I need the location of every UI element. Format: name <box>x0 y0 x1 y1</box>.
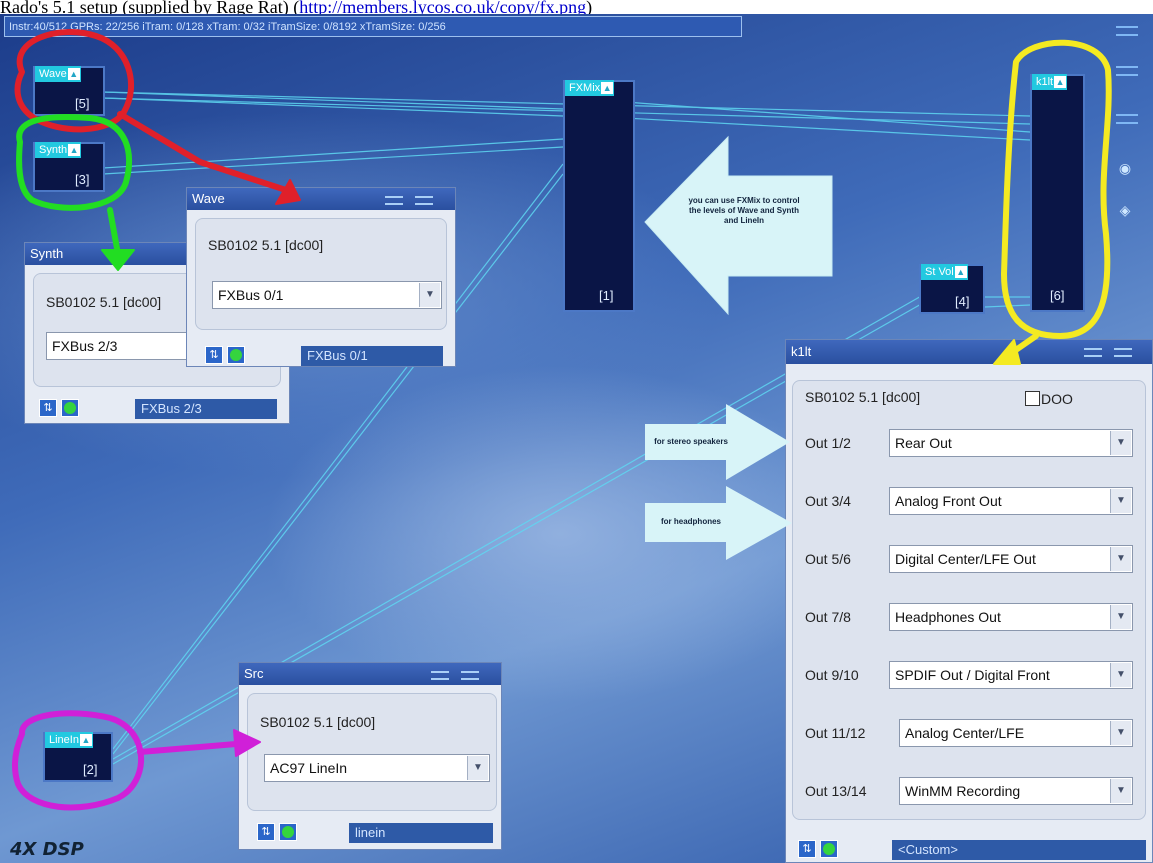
app-logo: 4X DSP <box>10 839 84 860</box>
caption-tail: ) <box>586 0 593 14</box>
dsp-desktop: Instr:40/512 GPRs: 22/256 iTram: 0/128 x… <box>0 14 1153 863</box>
highlight-annotations <box>12 29 1112 811</box>
caption-link[interactable]: http://members.lycos.co.uk/copy/fx.png <box>299 0 586 14</box>
caption-text: Rado's 5.1 setup (supplied by Rage Rat) … <box>0 0 300 14</box>
page-caption: Rado's 5.1 setup (supplied by Rage Rat) … <box>0 0 1153 14</box>
